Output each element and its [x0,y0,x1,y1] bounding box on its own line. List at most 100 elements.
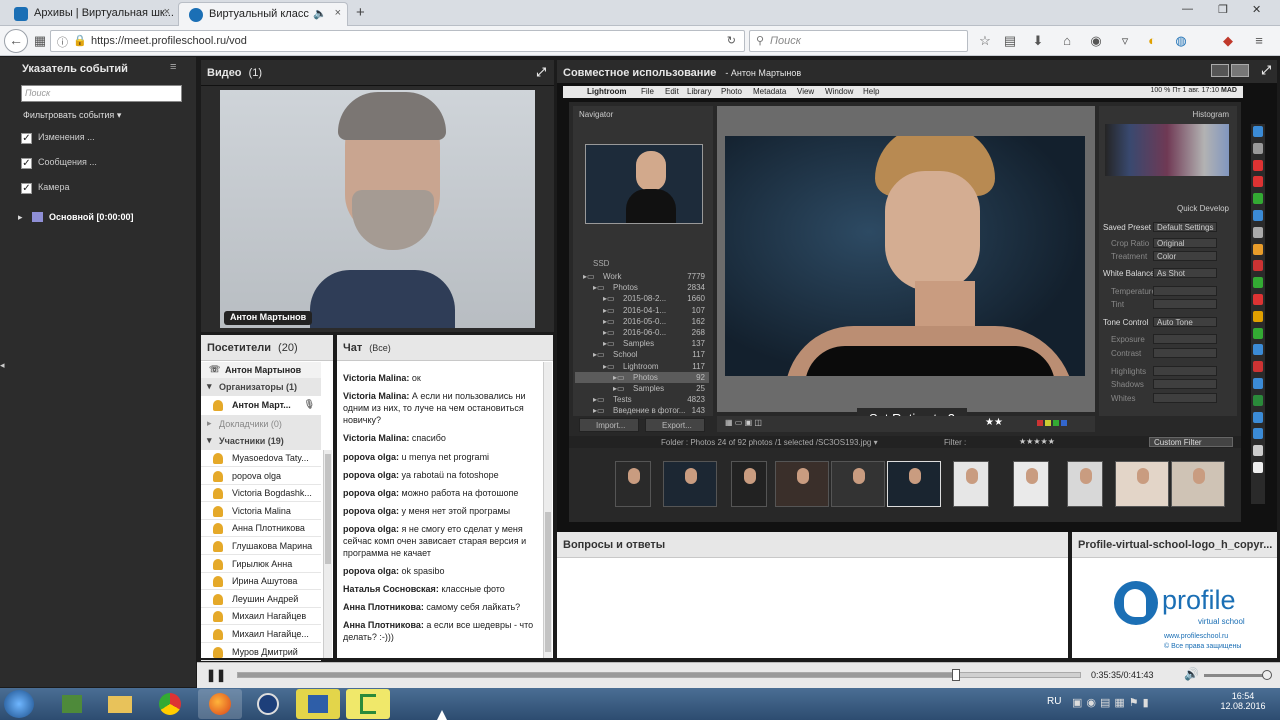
qd-control[interactable]: Original [1153,238,1217,248]
volume-icon[interactable]: 🔊 [1184,667,1199,681]
dock-app-icon[interactable] [1253,310,1263,322]
participant-row[interactable]: Михаил Нагайце... [201,626,321,643]
folder-row[interactable]: ▸▭ 2016-06-0... 268 [575,327,709,338]
dock-app-icon[interactable] [1253,445,1263,457]
events-search-input[interactable]: Поиск [21,85,182,102]
folder-row[interactable]: ▸▭ School 117 [575,349,709,360]
filmstrip-thumb[interactable] [953,461,989,507]
filmstrip-thumb[interactable] [1067,461,1103,507]
folder-row[interactable]: ▸▭ Samples 137 [575,338,709,349]
qd-row[interactable]: Highlights [1099,366,1237,377]
seek-thumb[interactable] [952,669,961,681]
folder-row[interactable]: ▸▭ Photos 2834 [575,282,709,293]
language-indicator[interactable]: RU [1047,696,1061,707]
qd-control[interactable]: Color [1153,251,1217,261]
dock-app-icon[interactable] [1253,344,1263,356]
dock-app-icon[interactable] [1253,428,1263,440]
dock-app-icon[interactable] [1253,260,1263,272]
qd-control[interactable]: Default Settings [1153,222,1217,232]
dock-app-icon[interactable] [1253,394,1263,406]
minimize-button[interactable]: — [1182,3,1193,15]
dock-app-icon[interactable] [1253,378,1263,389]
qd-row[interactable]: Exposure [1099,334,1237,345]
qd-control[interactable]: As Shot [1153,268,1217,278]
dock-app-icon[interactable] [1253,226,1263,238]
dock-app-icon[interactable] [1253,327,1263,339]
collapse-panel-icon[interactable]: ◂ [0,360,8,380]
participant-row[interactable]: Myasoedova Taty... [201,450,321,467]
close-tab-icon[interactable]: × [164,6,170,18]
qd-control[interactable] [1153,393,1217,403]
folder-row[interactable]: ▸▭ Photos 92 [575,371,709,383]
export-button[interactable]: Export... [645,418,705,432]
clock[interactable]: 16:54 12.08.2016 [1218,691,1268,711]
lr-menu-item[interactable]: Library [687,87,711,96]
qd-control[interactable] [1153,379,1217,389]
qd-row[interactable]: White Balance As Shot [1099,268,1237,279]
qd-row[interactable]: Tint [1099,299,1237,310]
dock-app-icon[interactable] [1253,142,1263,154]
pocket-icon[interactable]: ▿ [1117,33,1133,49]
filmstrip-thumb[interactable] [731,461,767,507]
participant-row[interactable]: Леушин Андрей [201,591,321,608]
lr-menu-item[interactable]: Window [825,87,853,96]
attendees-scrollbar[interactable] [323,450,332,658]
filmstrip-thumb[interactable] [831,461,885,507]
qd-row[interactable]: Treatment Color [1099,251,1237,262]
url-bar[interactable]: ⓘ 🔒 https://meet.profileschool.ru/vod ↻ [50,30,745,52]
dock-app-icon[interactable] [1253,462,1263,473]
taskbar-chrome-icon[interactable] [148,689,192,719]
folder-row[interactable]: ▸▭ Tests 4823 [575,394,709,405]
presenters-group[interactable]: ▸ Докладчики (0) [201,416,321,433]
dock-app-icon[interactable] [1253,243,1263,255]
close-window-button[interactable]: ✕ [1252,3,1261,16]
qd-control[interactable] [1153,286,1217,296]
taskbar-folder-icon[interactable] [98,689,142,719]
lr-menu-item[interactable]: Help [863,87,879,96]
volume-thumb[interactable] [1262,670,1272,680]
dock-app-icon[interactable] [1253,411,1263,423]
lr-menu-item[interactable]: Lightroom [587,87,627,96]
scroll-thumb[interactable] [325,454,331,564]
extension-icon[interactable]: ◐ [1144,33,1160,49]
home-icon[interactable]: ⌂ [1059,33,1075,49]
organizers-group[interactable]: ▾ Организаторы (1) [201,379,321,396]
taskbar-camtasia-icon[interactable] [346,689,390,719]
folder-row[interactable]: ▸▭ Введение в фотог... 143 [575,405,709,416]
expand-arrow-icon[interactable]: ▸ [18,212,23,223]
info-icon[interactable]: ⓘ [57,34,68,50]
tab-archives[interactable]: Архивы | Виртуальная шк... × [4,2,176,26]
dock-app-icon[interactable] [1253,277,1263,289]
scroll-thumb[interactable] [545,512,551,652]
lr-menu-item[interactable]: View [797,87,814,96]
folder-row[interactable]: ▸▭ Samples 25 [575,383,709,394]
participant-row[interactable]: Victoria Bogdashk... [201,485,321,503]
sync-icon[interactable]: ◍ [1173,33,1189,49]
qd-row[interactable]: Tone Control Auto Tone [1099,317,1237,328]
fullscreen-icon[interactable]: ⤢ [536,65,546,80]
color-label-yellow[interactable] [1045,420,1051,426]
taskbar-firefox-icon[interactable] [198,689,242,719]
qd-control[interactable]: Auto Tone [1153,317,1217,327]
qd-row[interactable]: Contrast [1099,348,1237,359]
chat-scope[interactable]: (Все) [369,343,391,353]
seek-bar[interactable] [237,669,1081,681]
fullscreen-icon[interactable]: ⤢ [1261,63,1271,78]
qd-control[interactable] [1153,334,1217,344]
folder-row[interactable]: ▸▭ Work 7779 [575,271,709,282]
qd-control[interactable] [1153,348,1217,358]
folder-row[interactable]: ▸▭ 2015-08-2... 1660 [575,293,709,304]
host-row[interactable]: ☏ Антон Мартынов [201,362,321,379]
bookmark-star-icon[interactable]: ☆ [977,33,993,49]
participant-row[interactable]: Муров Дмитрий [201,644,321,661]
menu-icon[interactable]: ≡ [1251,33,1267,49]
event-main[interactable]: Основной [0:00:00] [49,212,133,222]
dock-app-icon[interactable] [1253,159,1263,171]
lr-menu-item[interactable]: Photo [721,87,742,96]
participant-row[interactable]: Victoria Malina [201,503,321,520]
participant-row[interactable]: Михаил Нагайцев [201,608,321,626]
hamburger-menu-icon[interactable]: ▦ [32,33,48,49]
panel-menu-icon[interactable]: ≡ [170,61,176,73]
reload-icon[interactable]: ↻ [727,34,736,47]
maximize-button[interactable]: ❐ [1218,3,1228,16]
